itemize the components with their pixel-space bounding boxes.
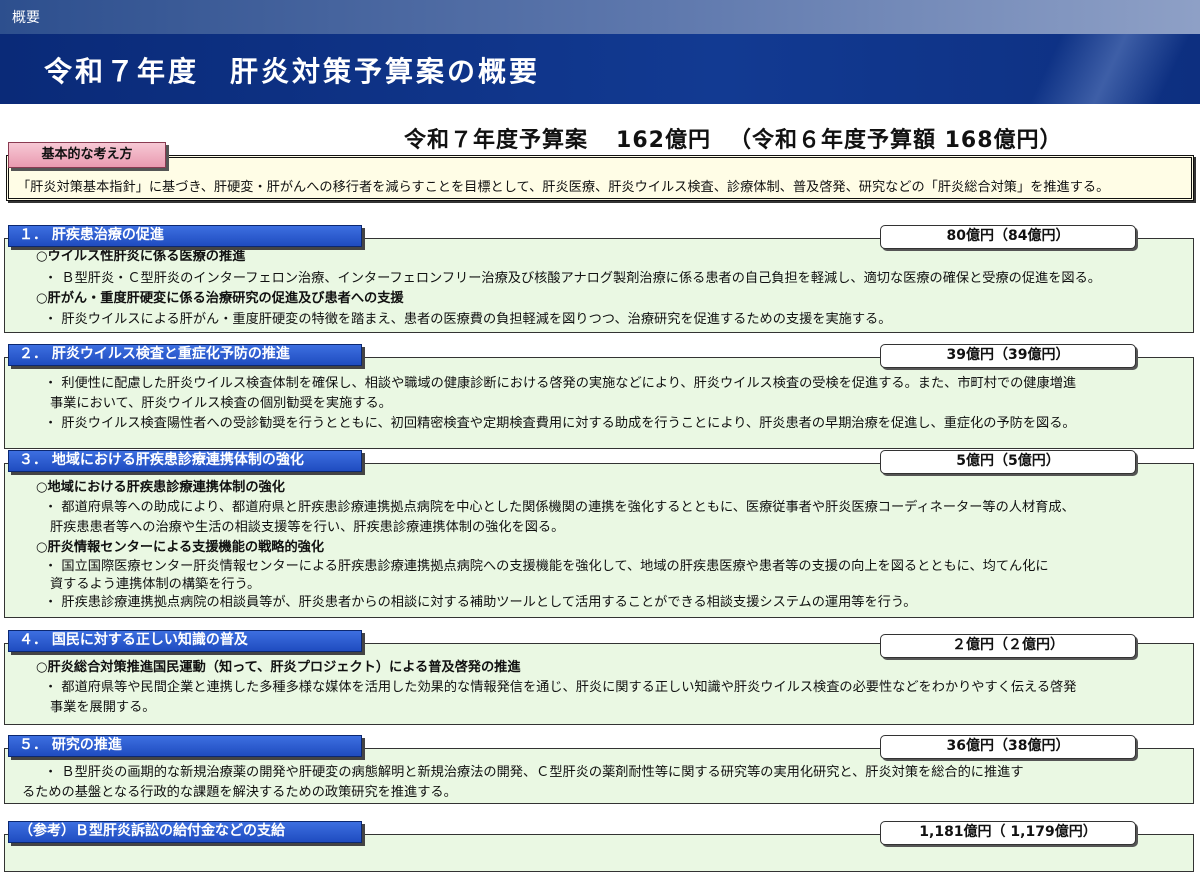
section-heading: （参考）Ｂ型肝炎訴訟の給付金などの支給 [8, 821, 362, 843]
top-bar: 概要 [0, 0, 1200, 34]
section-amount: 80億円（84億円） [880, 225, 1136, 249]
item-text: ・ 都道府県等や民間企業と連携した多種多様な媒体を活用した効果的な情報発信を通じ… [44, 680, 1077, 695]
section-heading: ２． 肝炎ウイルス検査と重症化予防の推進 [8, 344, 362, 366]
item-text: ・ 肝疾患診療連携拠点病院の相談員等が、肝炎患者からの相談に対する補助ツールとし… [44, 595, 917, 610]
item-text: 事業において、肝炎ウイルス検査の個別勧奨を実施する。 [50, 396, 392, 411]
section-heading: １． 肝疾患治療の促進 [8, 225, 362, 247]
item-text: ・ 利便性に配慮した肝炎ウイルス検査体制を確保し、相談や職域の健康診断における啓… [44, 376, 1077, 391]
budget-amount: 162億円 [616, 128, 711, 153]
item-heading: ○肝炎総合対策推進国民運動（知って、肝炎プロジェクト）による普及啓発の推進 [36, 660, 521, 675]
item-heading: ○肝炎情報センターによる支援機能の戦略的強化 [36, 540, 325, 555]
item-text: 資するよう連携体制の構築を行う。 [50, 577, 261, 592]
item-text: るための基盤となる行政的な課題を解決するための政策研究を推進する。 [22, 785, 457, 800]
item-text: ・ Ｂ型肝炎・Ｃ型肝炎のインターフェロン治療、インターフェロンフリー治療及び核酸… [44, 271, 1101, 286]
item-text: ・ 都道府県等への助成により、都道府県と肝疾患診療連携拠点病院を中心とした関係機… [44, 500, 1075, 515]
item-text: ・ 肝炎ウイルスによる肝がん・重度肝硬変の特徴を踏まえ、患者の医療費の負担軽減を… [44, 312, 892, 327]
section-amount: 39億円（39億円） [880, 344, 1136, 368]
title-bar: 令和７年度 肝炎対策予算案の概要 [0, 34, 1200, 104]
section-amount: 5億円（5億円） [880, 450, 1136, 474]
basic-policy-box: 「肝炎対策基本指針」に基づき、肝硬変・肝がんへの移行者を減らすことを目標として、… [6, 155, 1194, 201]
basic-policy-text: 「肝炎対策基本指針」に基づき、肝硬変・肝がんへの移行者を減らすことを目標として、… [17, 180, 1110, 195]
item-heading: ○肝がん・重度肝硬変に係る治療研究の促進及び患者への支援 [36, 291, 404, 306]
title-decoration [980, 34, 1200, 104]
section-heading: ４． 国民に対する正しい知識の普及 [8, 630, 362, 652]
item-text: 肝疾患患者等への治療や生活の相談支援等を行い、肝疾患診療連携体制の強化を図る。 [50, 520, 565, 535]
breadcrumb: 概要 [12, 10, 40, 26]
section-heading: ５． 研究の推進 [8, 735, 362, 757]
item-text: ・ 肝炎ウイルス検査陽性者への受診勧奨を行うとともに、初回精密検査や定期検査費用… [44, 416, 1076, 431]
budget-summary: 令和７年度予算案 162億円 （令和６年度予算額 168億円） [404, 122, 1063, 154]
section-heading: ３． 地域における肝疾患診療連携体制の強化 [8, 450, 362, 472]
section-amount: 1,181億円（ 1,179億円） [880, 821, 1136, 845]
item-text: ・ 国立国際医療センター肝炎情報センターによる肝疾患診療連携拠点病院への支援機能… [44, 559, 1049, 574]
item-text: ・ Ｂ型肝炎の画期的な新規治療薬の開発や肝硬変の病態解明と新規治療法の開発、Ｃ型… [44, 765, 1024, 780]
page-title: 令和７年度 肝炎対策予算案の概要 [44, 55, 541, 88]
item-heading: ○地域における肝疾患診療連携体制の強化 [36, 480, 285, 495]
basic-policy-label: 基本的な考え方 [8, 142, 166, 168]
budget-label: 令和７年度予算案 [404, 128, 589, 153]
budget-previous: （令和６年度予算額 168億円） [728, 128, 1063, 153]
item-text: 事業を展開する。 [50, 700, 156, 715]
section-amount: 36億円（38億円） [880, 735, 1136, 759]
item-heading: ○ウイルス性肝炎に係る医療の推進 [36, 249, 246, 264]
section-amount: ２億円（２億円） [880, 634, 1136, 658]
